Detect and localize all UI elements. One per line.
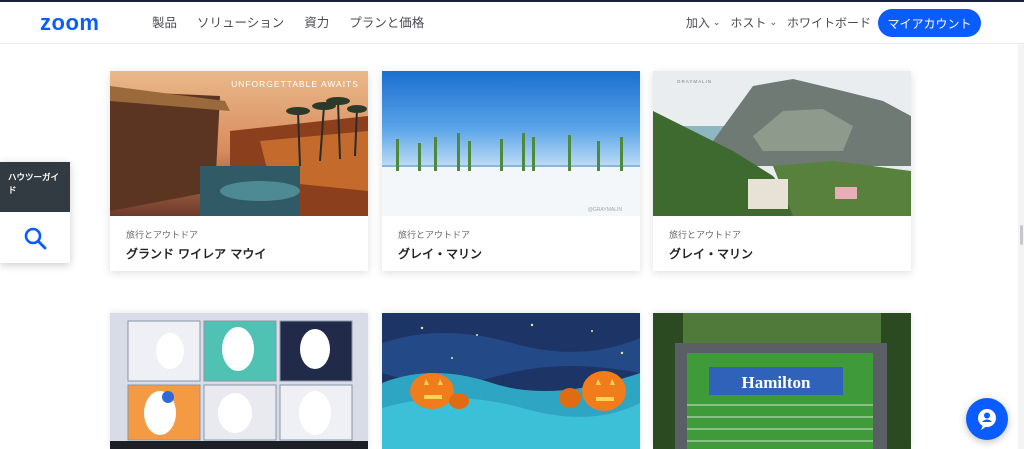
card-title: グレイ・マリン bbox=[398, 247, 483, 261]
nav-item-resources[interactable]: 資力 bbox=[304, 15, 329, 31]
nav-item-pricing[interactable]: プランと価格 bbox=[349, 15, 424, 31]
nav-whiteboard[interactable]: ホワイトボード bbox=[787, 15, 871, 31]
chat-bot-button[interactable] bbox=[966, 398, 1008, 440]
main-nav: 製品 ソリューション 資力 プランと価格 bbox=[152, 15, 424, 31]
chevron-down-icon: ⌄ bbox=[712, 18, 721, 28]
background-card[interactable] bbox=[382, 313, 640, 449]
right-nav: 加入 ⌄ ホスト ⌄ ホワイトボード bbox=[686, 15, 871, 31]
how-to-guide-widget[interactable]: ハウツーガイド bbox=[0, 162, 70, 263]
background-card[interactable]: UNFORGETTABLE AWAITS 旅行とアウトドア グランド ワイレア … bbox=[110, 71, 368, 271]
nav-whiteboard-label: ホワイトボード bbox=[786, 16, 871, 30]
page-scrollbar[interactable] bbox=[1018, 44, 1024, 449]
card-category: 旅行とアウトドア bbox=[398, 231, 471, 241]
card-category: 旅行とアウトドア bbox=[126, 231, 199, 241]
chat-bot-icon bbox=[978, 409, 996, 430]
background-card[interactable]: @GRAYMALIN 旅行とアウトドア グレイ・マリン bbox=[382, 71, 640, 271]
search-icon bbox=[24, 227, 47, 249]
image-caption: UNFORGETTABLE AWAITS bbox=[231, 79, 359, 89]
nav-join-label: 加入 bbox=[685, 16, 710, 30]
card-category: 旅行とアウトドア bbox=[669, 231, 742, 241]
my-account-button[interactable]: マイアカウント bbox=[878, 9, 981, 37]
card-title: グレイ・マリン bbox=[669, 247, 754, 261]
background-card[interactable]: Hamilton bbox=[653, 313, 911, 449]
chevron-down-icon: ⌄ bbox=[769, 18, 777, 28]
card-image: GRAYMALIN bbox=[653, 71, 911, 216]
ghosts-illustration bbox=[110, 313, 368, 449]
site-header: zoom 製品 ソリューション 資力 プランと価格 加入 ⌄ ホスト ⌄ ホワイ… bbox=[0, 2, 1024, 44]
zoom-logo[interactable]: zoom bbox=[40, 11, 99, 35]
nav-host[interactable]: ホスト ⌄ bbox=[730, 15, 777, 31]
nav-item-products[interactable]: 製品 bbox=[152, 15, 177, 31]
card-image: @GRAYMALIN bbox=[382, 71, 640, 216]
football-field-photo: Hamilton bbox=[653, 313, 911, 449]
background-card[interactable] bbox=[110, 313, 368, 449]
image-caption: GRAYMALIN bbox=[677, 79, 712, 84]
nav-item-solutions[interactable]: ソリューション bbox=[197, 15, 284, 31]
scrollbar-thumb[interactable] bbox=[1020, 225, 1023, 245]
nav-host-label: ホスト bbox=[730, 16, 767, 30]
nav-join[interactable]: 加入 ⌄ bbox=[686, 15, 721, 31]
field-end-zone-text: Hamilton bbox=[742, 373, 811, 392]
card-image: UNFORGETTABLE AWAITS bbox=[110, 71, 368, 216]
image-caption: @GRAYMALIN bbox=[588, 207, 623, 213]
background-card[interactable]: GRAYMALIN 旅行とアウトドア グレイ・マリン bbox=[653, 71, 911, 271]
card-title: グランド ワイレア マウイ bbox=[126, 247, 267, 261]
pumpkins-illustration bbox=[382, 313, 640, 449]
how-to-guide-label[interactable]: ハウツーガイド bbox=[0, 162, 70, 212]
search-button[interactable] bbox=[0, 212, 70, 263]
